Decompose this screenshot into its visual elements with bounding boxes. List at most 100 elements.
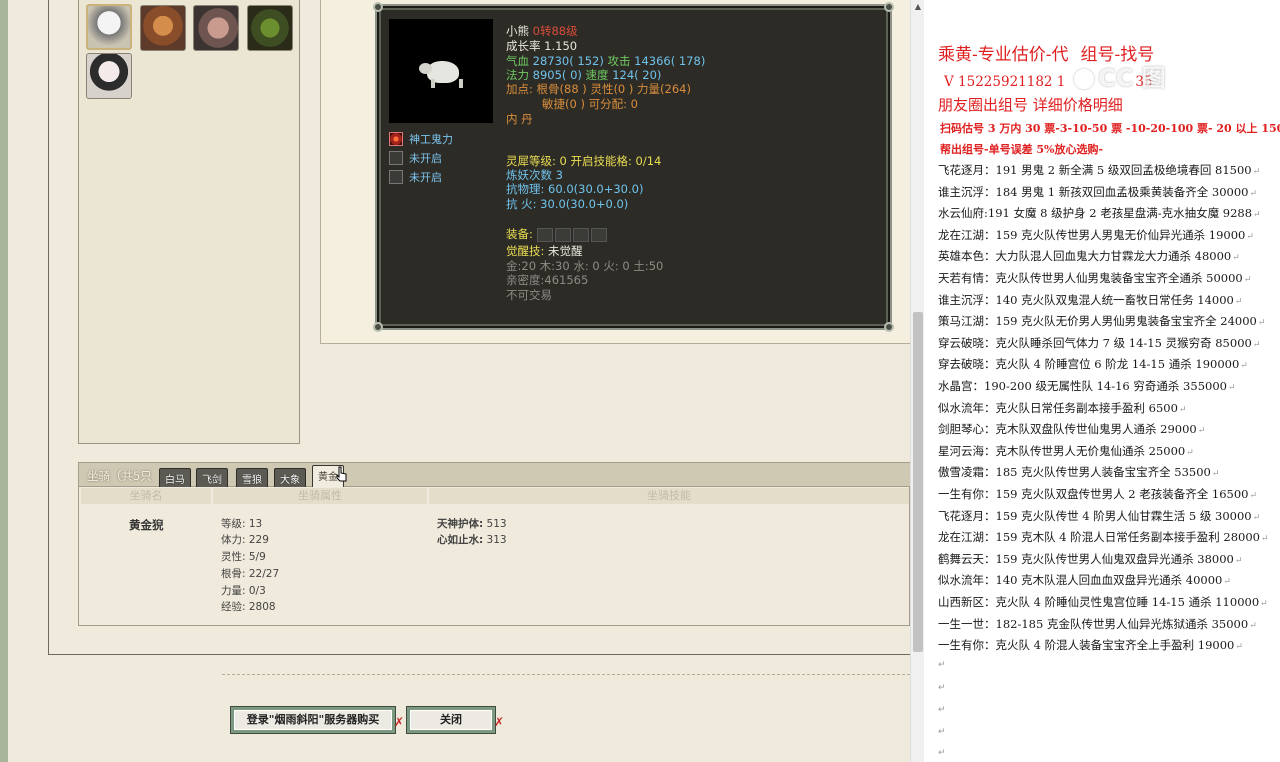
- listing-text: 水晶宫：190-200 级无属性队 14-16 穷奇通杀 355000: [938, 379, 1227, 393]
- close-x-icon: ✗: [393, 715, 404, 729]
- pet-name: 小熊: [506, 24, 529, 38]
- pet-skill-1[interactable]: 神工鬼力: [389, 131, 453, 147]
- listing-text: 飞花逐月：159 克火队传世 4 阶男人仙甘霖生活 5 级 30000: [938, 508, 1252, 523]
- listing-item: 一生一世：182-185 克金队传世男人仙异光炼狱通杀 35000↵: [938, 616, 1257, 632]
- skill-flame-icon: [389, 132, 403, 146]
- paragraph-mark: ↵: [1227, 383, 1236, 393]
- pet-skill-2[interactable]: 未开启: [389, 150, 442, 166]
- listing-item: 穿去破晓：克火队 4 阶睡宫位 6 阶龙 14-15 通杀 190000↵: [938, 356, 1248, 372]
- paragraph-mark: ↵: [1252, 339, 1261, 350]
- tab-mount-1[interactable]: 白马: [159, 468, 191, 487]
- watermark-logo-icon: [1074, 69, 1094, 89]
- paragraph-mark: ↵: [1252, 167, 1261, 177]
- tab-mount-2[interactable]: 飞剑: [196, 468, 228, 487]
- skill-label: 神工鬼力: [409, 133, 453, 146]
- doc-phone-text: V 15225921182 1: [944, 74, 1066, 90]
- spd-label: 速度: [585, 68, 609, 82]
- listing-text: 傲雪凌霜：185 克火队传世男人装备宝宝齐全 53500: [938, 465, 1211, 480]
- doc-subheading: 朋友圈出组号 详细价格明细: [938, 96, 1123, 114]
- doc-help-line: 帮出组号-单号误差 5%放心选购-: [940, 143, 1104, 156]
- paragraph-mark: ↵: [938, 683, 946, 693]
- listing-text: 穿去破晓：克火队 4 阶睡宫位 6 阶龙 14-15 通杀 190000: [938, 357, 1240, 372]
- soul-level: 灵犀等级: 0 开启技能格: 0/14: [506, 154, 662, 168]
- game-window: 小熊 0转88级 成长率 1.150 气血 28730( 152) 攻击 143…: [0, 0, 910, 762]
- listing-item: 一生有你：克火队 4 阶混人装备宝宝齐全上手盈利 19000↵: [938, 637, 1243, 653]
- col-mount-name: 坐骑名: [81, 488, 211, 504]
- equip-slot[interactable]: [536, 227, 553, 242]
- attribute-points-2: 敏捷(0 ) 可分配: 0: [542, 97, 638, 111]
- listing-item: 英雄本色：大力队混人回血鬼大力甘霖龙大力通杀 48000↵: [938, 248, 1240, 264]
- paragraph-mark: ↵: [1249, 620, 1257, 631]
- awaken-label: 觉醒技:: [506, 244, 545, 258]
- tab-mount-4[interactable]: 大象: [274, 468, 306, 487]
- close-button[interactable]: 关闭 ✗: [407, 707, 504, 733]
- pet-avatar-fox-lady[interactable]: [86, 53, 132, 99]
- resist-fire: 抗 火: 30.0(30.0+0.0): [506, 197, 629, 211]
- login-buy-button[interactable]: 登录"烟雨斜阳"服务器购买 ✗: [231, 707, 404, 733]
- listing-item: 星河云海：克木队传世男人无价鬼仙通杀 25000↵: [938, 443, 1194, 459]
- listing-text: 剑胆琴心：克木队双盘队传世仙鬼男人通杀 29000: [938, 422, 1197, 437]
- resist-physical: 抗物理: 60.0(30.0+30.0): [506, 182, 644, 196]
- equip-slot[interactable]: [554, 227, 571, 242]
- untradable-note: 不可交易: [506, 288, 552, 302]
- vertical-scrollbar[interactable]: ▲: [910, 0, 924, 762]
- pet-avatar-green-demon[interactable]: [247, 5, 293, 51]
- hp-label: 气血: [506, 54, 529, 68]
- mount-skill-name: 心如止水:: [437, 534, 484, 546]
- window-edge: [0, 0, 8, 762]
- cc-watermark: CC 图: [1074, 58, 1224, 92]
- awaken-value: 未觉醒: [548, 244, 583, 258]
- equip-slot[interactable]: [572, 227, 589, 242]
- paragraph-mark: ↵: [1197, 426, 1206, 437]
- paragraph-mark: ↵: [938, 660, 946, 670]
- refine-count: 炼妖次数 3: [506, 168, 563, 182]
- skill-label: 未开启: [409, 171, 442, 184]
- scrollbar-thumb[interactable]: [913, 312, 923, 652]
- paragraph-mark: ↵: [1252, 512, 1261, 523]
- paragraph-mark: ↵: [1260, 534, 1269, 545]
- atk-label: 攻击: [607, 54, 631, 68]
- price-document: 乘黄-专业估价-代 组号-找号 V 15225921182 1 35 CC 图 朋友…: [924, 0, 1280, 762]
- intimacy: 亲密度:461565: [506, 273, 589, 287]
- listing-text: 龙在江湖：159 克木队 4 阶混人日常任务副本接手盈利 28000: [938, 530, 1260, 545]
- tab-mount-3[interactable]: 雪狼: [236, 468, 268, 487]
- pet-growth: 成长率 1.150: [506, 39, 578, 53]
- paragraph-mark: ↵: [1178, 404, 1187, 415]
- paragraph-mark: ↵: [1240, 361, 1248, 372]
- pet-portrait: [389, 19, 493, 123]
- listing-item: 水云仙府:191 女魔 8 级护身 2 老孩星盘满-克水抽女魔 9288↵: [938, 205, 1261, 221]
- listing-text: 谁主沉浮：140 克火队双鬼混人统一畜牧日常任务 14000: [938, 292, 1234, 307]
- pet-avatar-bear[interactable]: [86, 4, 132, 50]
- mount-attr: 灵性: 5/9: [221, 551, 266, 563]
- listing-item: 龙在江湖：159 克火队传世男人男鬼无价仙异光通杀 19000↵: [938, 227, 1254, 243]
- pet-avatar-monkey[interactable]: [140, 5, 186, 51]
- mount-name: 黄金猊: [129, 518, 164, 532]
- paragraph-mark: ↵: [1223, 577, 1231, 588]
- col-mount-attr: 坐骑属性: [213, 488, 427, 504]
- listing-item: 策马江湖：159 克火队无价男人男仙男鬼装备宝宝齐全 24000↵: [938, 313, 1265, 329]
- listing-item: 水晶宫：190-200 级无属性队 14-16 穷奇通杀 355000↵: [938, 378, 1236, 394]
- mount-title: 坐骑（共5只: [87, 469, 152, 483]
- paragraph-mark: ↵: [1249, 188, 1258, 199]
- paragraph-mark: ↵: [1234, 296, 1243, 307]
- listing-text: 一生有你：159 克火队双盘传世男人 2 老孩装备齐全 16500: [938, 487, 1249, 501]
- watermark-text: CC 图: [1098, 64, 1166, 92]
- equip-slot[interactable]: [590, 227, 607, 242]
- pet-detail-card: 小熊 0转88级 成长率 1.150 气血 28730( 152) 攻击 143…: [373, 2, 894, 332]
- listing-item: 剑胆琴心：克木队双盘队传世仙鬼男人通杀 29000↵: [938, 421, 1205, 437]
- listing-text: 飞花逐月：191 男鬼 2 新全满 5 级双回孟极绝境春回 81500: [938, 163, 1252, 177]
- skill-label: 未开启: [409, 152, 442, 165]
- close-x-icon: ✗: [493, 715, 504, 729]
- mount-header: 坐骑（共5只 白马 飞剑 雪狼 大象 黄金: [79, 463, 910, 487]
- listing-item: 山西新区：克火队 4 阶睡仙灵性鬼宫位睡 14-15 通杀 110000↵: [938, 594, 1268, 610]
- paragraph-mark: ↵: [1186, 447, 1194, 458]
- pet-skill-3[interactable]: 未开启: [389, 169, 442, 185]
- listing-item: 天若有情：克火队传世男人仙男鬼装备宝宝齐全通杀 50000↵: [938, 270, 1251, 286]
- pet-avatar-boar[interactable]: [193, 5, 239, 51]
- paragraph-mark: ↵: [938, 705, 946, 715]
- scroll-up-icon[interactable]: ▲: [911, 0, 925, 14]
- listing-item: 鹤舞云天：159 克火队传世男人仙鬼双盘异光通杀 38000↵: [938, 551, 1242, 567]
- doc-estimate-line: 扫码估号 3 万内 30 票-3-10-50 票 -10-20-100 票- 2…: [940, 122, 1280, 135]
- doc-heading-text: 乘黄-专业估价-代: [938, 45, 1069, 65]
- listing-text: 谁主沉浮：184 男鬼 1 新孩双回血孟极乘黄装备齐全 30000: [938, 184, 1249, 199]
